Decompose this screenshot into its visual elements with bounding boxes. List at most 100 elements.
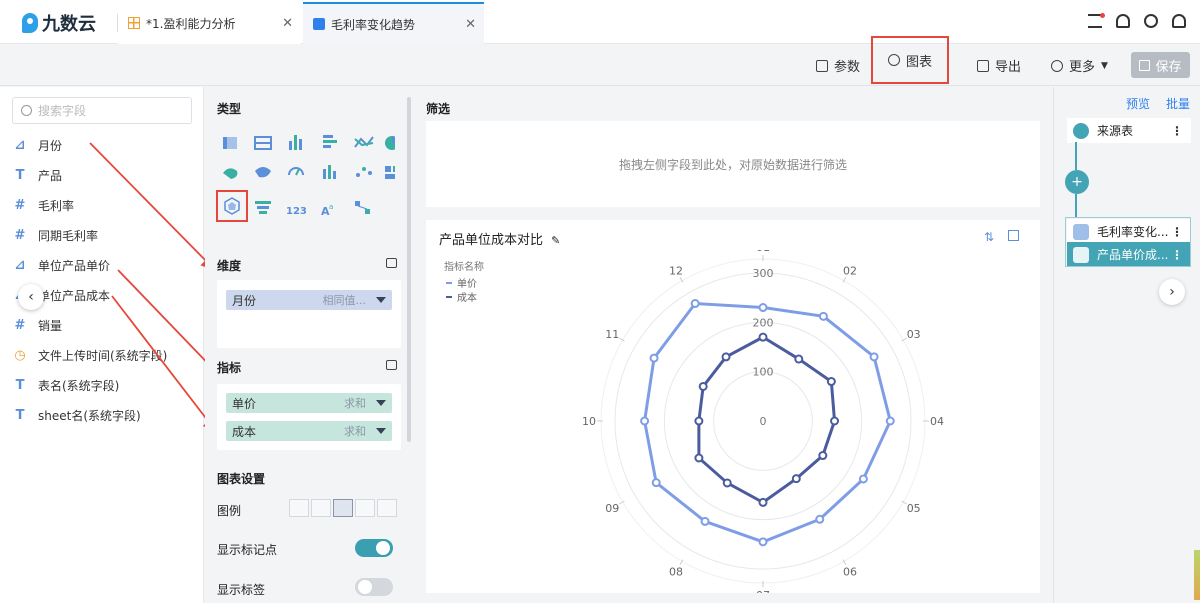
show-labels-label: 显示标签 — [217, 583, 266, 597]
node-label: 来源表 — [1097, 124, 1134, 138]
chart-settings-title: 图表设置 — [217, 472, 266, 486]
filter-hint: 拖拽左侧字段到此处，对原始数据进行筛选 — [618, 157, 847, 172]
legend-option-none[interactable] — [289, 499, 309, 517]
radar-chart: 0 100 200 300 01 02 03 04 05 06 07 08 09 10 11 12 指标名称单价… — [444, 250, 944, 593]
category-label: 06 — [843, 566, 857, 579]
relation-type-icon[interactable] — [355, 201, 370, 214]
show-markers-toggle[interactable] — [355, 539, 393, 557]
category-label: 04 — [930, 415, 944, 428]
radar-type-icon[interactable] — [216, 190, 248, 222]
dimension-title: 维度 — [217, 259, 242, 273]
pill-label: 成本 — [232, 424, 257, 439]
dimension-pill-month[interactable]: 月份 相同值... — [226, 290, 392, 310]
measure-pill-price[interactable]: 单价 求和 — [226, 393, 392, 413]
selection-frame — [1065, 217, 1191, 267]
data-point — [758, 537, 768, 547]
gauge-type-icon[interactable] — [288, 167, 304, 176]
wordcloud-type-icon[interactable]: Aa — [321, 203, 333, 218]
pill-aggregation: 求和 — [344, 397, 366, 410]
legend-option-top[interactable] — [355, 499, 375, 517]
line-type-icon[interactable] — [354, 136, 374, 148]
dimension-settings-icon[interactable] — [386, 258, 397, 268]
pill-label: 月份 — [232, 293, 257, 308]
data-point — [649, 353, 659, 363]
data-point — [830, 416, 840, 426]
pill-aggregation: 相同值... — [322, 294, 367, 307]
radial-tick-label: 100 — [753, 366, 774, 379]
fullscreen-icon[interactable] — [1008, 230, 1019, 241]
pill-aggregation: 求和 — [344, 425, 366, 438]
table-type-icon[interactable] — [223, 137, 237, 149]
legend-option-topleft[interactable] — [333, 499, 353, 517]
data-point — [698, 381, 708, 391]
more-vertical-icon[interactable]: ⋮ — [1171, 124, 1183, 138]
add-step-button[interactable]: + — [1065, 170, 1089, 194]
caret-down-icon[interactable] — [376, 297, 386, 303]
measure-dropzone[interactable]: 单价 求和 成本 求和 — [217, 384, 401, 450]
category-label: 11 — [605, 328, 619, 341]
data-point — [758, 303, 768, 313]
data-point — [721, 352, 731, 362]
type-title: 类型 — [217, 102, 242, 116]
svg-text:123: 123 — [286, 206, 307, 217]
radar-icon — [224, 197, 240, 215]
legend-entry: 单价 — [457, 278, 477, 290]
show-labels-toggle[interactable] — [355, 578, 393, 596]
show-markers-label: 显示标记点 — [217, 543, 278, 557]
plus-icon: + — [1071, 174, 1083, 190]
column-type-icon[interactable] — [323, 165, 336, 179]
config-scrollbar[interactable] — [407, 97, 411, 442]
flow-connector — [1075, 194, 1077, 218]
batch-link[interactable]: 批量 — [1166, 95, 1190, 112]
dashboard-type-icon[interactable] — [385, 166, 395, 179]
data-point — [694, 453, 704, 463]
caret-down-icon[interactable] — [376, 400, 386, 406]
preview-link[interactable]: 预览 — [1126, 95, 1150, 112]
legend-option-left[interactable] — [311, 499, 331, 517]
caret-down-icon[interactable] — [376, 428, 386, 434]
data-point — [869, 352, 879, 362]
category-label: 10 — [582, 415, 596, 428]
map-type-icon[interactable] — [223, 168, 238, 179]
radial-tick-label: 200 — [753, 316, 774, 329]
measure-pill-cost[interactable]: 成本 求和 — [226, 421, 392, 441]
config-panel: 类型 123 Aa 维度 月份 相同值... 指标 单价 求和 成本 求和 图表… — [205, 87, 413, 603]
category-label: 08 — [669, 566, 683, 579]
number-type-icon[interactable]: 123 — [286, 206, 307, 217]
bar-type-icon[interactable] — [289, 135, 302, 150]
funnel-type-icon[interactable] — [255, 201, 271, 214]
scatter-type-icon[interactable] — [356, 167, 372, 177]
data-point — [640, 416, 650, 426]
source-table-node[interactable]: 来源表 ⋮ — [1067, 118, 1191, 143]
data-point — [885, 416, 895, 426]
pie-type-icon[interactable] — [385, 136, 395, 150]
chart-panel: 产品单位成本对比 ✎ ⇅ 010020030001020304050607080… — [426, 220, 1040, 593]
edit-icon[interactable]: ✎ — [551, 234, 560, 247]
svg-text:a: a — [329, 203, 333, 211]
data-point — [694, 416, 704, 426]
side-widget[interactable] — [1194, 550, 1200, 600]
stacked-bar-type-icon[interactable] — [323, 135, 337, 148]
data-point — [758, 497, 768, 507]
category-label: 01 — [756, 250, 770, 254]
data-point — [818, 311, 828, 321]
flow-connector — [1075, 142, 1077, 170]
heatmap-type-icon[interactable] — [255, 167, 271, 178]
measure-settings-icon[interactable] — [386, 360, 397, 370]
sort-icon[interactable]: ⇅ — [984, 230, 994, 244]
crosstab-type-icon[interactable] — [254, 136, 272, 150]
legend-option-right[interactable] — [377, 499, 397, 517]
data-point — [818, 451, 828, 461]
data-point — [791, 474, 801, 484]
data-point — [858, 474, 868, 484]
chevron-right-icon: › — [1169, 284, 1175, 300]
filter-title: 筛选 — [426, 102, 451, 116]
category-label: 07 — [756, 589, 770, 593]
dimension-dropzone[interactable]: 月份 相同值... — [217, 280, 401, 348]
data-point — [690, 299, 700, 309]
expand-panel-button[interactable]: › — [1159, 279, 1185, 305]
arrow-month-to-dimension — [89, 142, 216, 271]
measure-title: 指标 — [217, 361, 242, 375]
filter-dropzone[interactable]: 拖拽左侧字段到此处，对原始数据进行筛选 — [426, 121, 1040, 207]
legend-entry: 成本 — [457, 291, 477, 304]
